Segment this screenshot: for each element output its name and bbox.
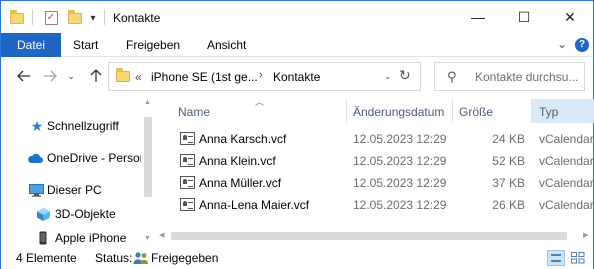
contact-file-icon [180, 132, 195, 145]
file-date: 12.05.2023 12:29 [353, 132, 447, 146]
tab-datei[interactable]: Datei [1, 33, 61, 57]
scroll-left-icon[interactable]: ◀ [159, 231, 164, 239]
nav-label: Schnellzugriff [47, 119, 119, 133]
search-box[interactable]: ⚲ Kontakte durchsu... [434, 62, 585, 91]
scroll-thumb[interactable] [171, 232, 567, 240]
file-size: 24 KB [492, 132, 525, 146]
file-name: Anna Klein.vcf [199, 154, 276, 168]
status-value: Freigegeben [151, 251, 219, 265]
shared-users-icon [133, 251, 149, 265]
file-type: vCalendar [539, 176, 594, 190]
status-bar: 4 Elemente Status: Freigegeben [1, 247, 593, 269]
large-icons-view-button[interactable] [569, 250, 587, 266]
item-count: 4 Elemente [16, 251, 77, 265]
folder-icon[interactable] [9, 9, 25, 27]
file-name: Anna Karsch.vcf [199, 132, 287, 146]
search-icon: ⚲ [447, 69, 457, 84]
column-header-type[interactable]: Typ [539, 105, 558, 127]
contact-file-icon [180, 154, 195, 167]
back-button[interactable] [14, 65, 34, 87]
file-date: 12.05.2023 12:29 [353, 176, 447, 190]
nav-item-schnellzugriff[interactable]: ★ Schnellzugriff [1, 115, 141, 137]
address-overflow[interactable]: « [135, 70, 142, 84]
scroll-down-icon[interactable]: ▼ [144, 235, 151, 242]
refresh-icon[interactable]: ↻ [399, 67, 411, 84]
column-divider[interactable] [346, 99, 347, 123]
contact-file-icon [180, 198, 195, 211]
forward-button[interactable] [40, 65, 60, 87]
tab-start[interactable]: Start [73, 33, 98, 57]
nav-item-3d-objekte[interactable]: 3D-Objekte [1, 203, 141, 225]
address-dropdown-icon[interactable]: ⌄ [384, 71, 392, 82]
divider [32, 9, 33, 25]
nav-item-onedrive[interactable]: OneDrive - Person [1, 147, 141, 169]
nav-scrollbar[interactable]: ▲ ▼ [142, 97, 154, 247]
details-view-button[interactable] [547, 250, 565, 266]
file-type: vCalendar [539, 154, 594, 168]
nav-label: Apple iPhone [55, 231, 127, 245]
scroll-thumb[interactable] [144, 117, 152, 197]
properties-icon[interactable]: ✓ [43, 9, 59, 27]
file-size: 26 KB [492, 198, 525, 212]
window-title: Kontakte [113, 11, 161, 25]
expand-ribbon-icon[interactable]: ⌄ [557, 37, 567, 51]
file-name: Anna-Lena Maier.vcf [199, 198, 310, 212]
phone-icon [35, 230, 51, 246]
column-divider[interactable] [531, 99, 532, 123]
column-header-date[interactable]: Änderungsdatum [353, 105, 444, 127]
customize-toolbar-icon[interactable]: ▾ [87, 9, 99, 27]
column-header-size[interactable]: Größe [459, 105, 493, 127]
explorer-window: ✓ ▾ Kontakte — ☐ ✕ Datei Start Freigeben… [0, 0, 594, 269]
search-input[interactable]: Kontakte durchsu... [475, 70, 578, 84]
breadcrumb-kontakte[interactable]: Kontakte [273, 70, 320, 84]
file-size: 52 KB [492, 154, 525, 168]
maximize-button[interactable]: ☐ [501, 1, 547, 33]
breadcrumb-separator[interactable]: › [259, 69, 263, 81]
file-type: vCalendar [539, 198, 594, 212]
address-bar[interactable]: « iPhone SE (1st ge... › Kontakte ⌄ ↻ [108, 62, 421, 91]
title-bar: ✓ ▾ Kontakte — ☐ ✕ [1, 1, 593, 33]
navigation-pane: ★ Schnellzugriff OneDrive - Person Diese… [1, 97, 141, 247]
recent-locations-chevron-icon[interactable]: ⌄ [64, 65, 78, 87]
close-button[interactable]: ✕ [547, 1, 593, 33]
nav-label: OneDrive - Person [47, 151, 141, 165]
star-icon: ★ [30, 117, 44, 134]
help-icon[interactable]: ? [575, 38, 589, 52]
file-list-scrollbar[interactable]: ◀ ▶ [155, 228, 594, 244]
tab-freigeben[interactable]: Freigeben [126, 33, 180, 57]
nav-label: Dieser PC [47, 183, 102, 197]
breadcrumb-iphone[interactable]: iPhone SE (1st ge... [151, 70, 258, 84]
file-name: Anna Müller.vcf [199, 176, 282, 190]
scroll-up-icon[interactable]: ▲ [144, 99, 151, 106]
file-row[interactable]: Anna Müller.vcf 12.05.2023 12:29 37 KB v… [173, 173, 594, 195]
computer-icon [28, 182, 44, 198]
new-folder-icon[interactable] [67, 9, 83, 27]
nav-item-dieser-pc[interactable]: Dieser PC [1, 179, 141, 201]
column-divider[interactable] [452, 99, 453, 123]
file-date: 12.05.2023 12:29 [353, 198, 447, 212]
nav-item-apple-iphone[interactable]: Apple iPhone [1, 227, 141, 247]
contact-file-icon [180, 176, 195, 189]
scroll-right-icon[interactable]: ▶ [583, 231, 588, 239]
column-header-name[interactable]: Name [178, 105, 210, 127]
file-date: 12.05.2023 12:29 [353, 154, 447, 168]
divider [104, 9, 105, 25]
file-row[interactable]: Anna Klein.vcf 12.05.2023 12:29 52 KB vC… [173, 151, 594, 173]
file-row[interactable]: Anna-Lena Maier.vcf 12.05.2023 12:29 26 … [173, 195, 594, 217]
folder-icon [116, 68, 130, 82]
tab-ansicht[interactable]: Ansicht [207, 33, 246, 57]
cube-icon [35, 206, 51, 222]
ribbon-tabs: Datei Start Freigeben Ansicht ⌄ ? [1, 33, 593, 57]
sort-ascending-icon: ︿ [255, 97, 265, 107]
cloud-icon [27, 150, 43, 166]
up-button[interactable] [86, 65, 106, 87]
file-row[interactable]: Anna Karsch.vcf 12.05.2023 12:29 24 KB v… [173, 129, 594, 151]
minimize-button[interactable]: — [455, 1, 501, 33]
file-type: vCalendar [539, 132, 594, 146]
nav-label: 3D-Objekte [55, 207, 116, 221]
status-label: Status: [95, 251, 133, 265]
file-size: 37 KB [492, 176, 525, 190]
